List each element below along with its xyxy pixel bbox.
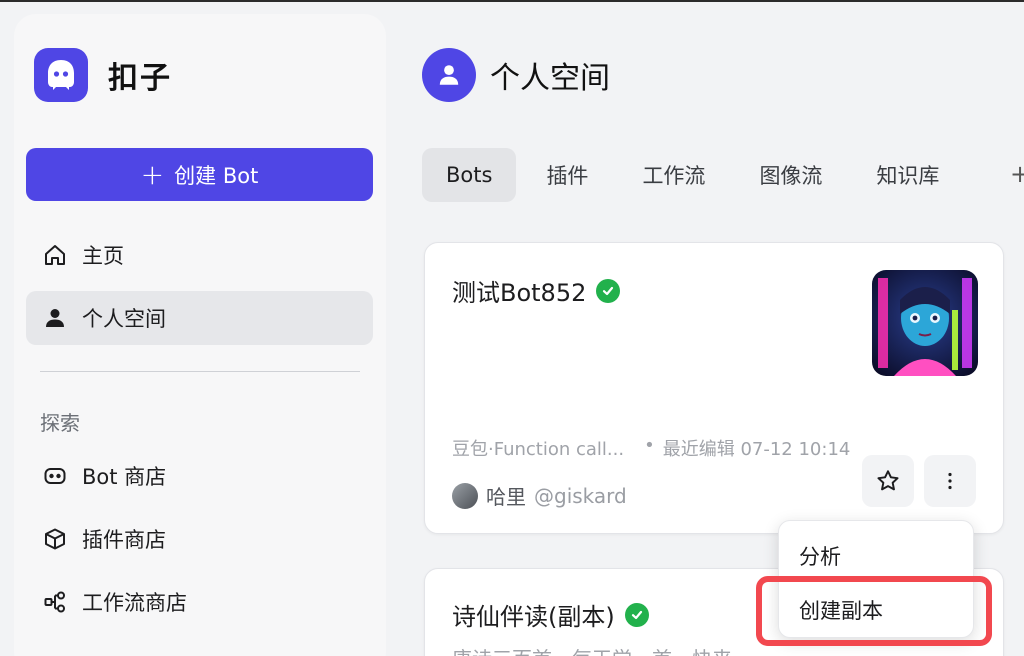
window-top-border	[0, 0, 1024, 2]
bot-model: 豆包·Function call...	[452, 439, 625, 460]
tab-image-flows[interactable]: 图像流	[735, 148, 846, 202]
bot-card-title: 测试Bot852	[452, 273, 621, 308]
sidebar-item-home[interactable]: 主页	[26, 228, 373, 282]
bot-card[interactable]: 测试Bot852 豆包·Function call... • 最近编辑 07-1…	[424, 242, 1004, 534]
author-avatar	[452, 482, 478, 509]
bot-avatar-image	[872, 270, 978, 376]
app-name: 扣子	[108, 61, 172, 96]
page-title-text: 个人空间	[490, 61, 610, 96]
sidebar-item-workflow-store[interactable]: 工作流商店	[26, 575, 373, 629]
workflow-icon	[42, 589, 68, 615]
tab-bar: Bots 插件 工作流 图像流 知识库	[422, 148, 969, 202]
tab-workflows[interactable]: 工作流	[618, 148, 729, 202]
home-icon	[42, 242, 68, 268]
sidebar-item-label: 主页	[82, 244, 124, 268]
sidebar-item-label: 工作流商店	[82, 591, 187, 615]
bot-last-edited: 最近编辑 07-12 10:14	[662, 439, 851, 460]
sidebar-item-label: 插件商店	[82, 528, 166, 552]
bot-author[interactable]: 哈里 @giskard	[452, 481, 627, 510]
sidebar-item-plugin-store[interactable]: 插件商店	[26, 512, 373, 566]
bot-description: 唐诗三百首，每天学一首，快来	[452, 643, 732, 656]
bot-name: 诗仙伴读(副本)	[452, 603, 615, 631]
bot-card-title: 诗仙伴读(副本)	[452, 597, 649, 632]
bot-name: 测试Bot852	[452, 279, 587, 307]
create-bot-label: 创建 Bot	[174, 163, 259, 188]
cube-icon	[42, 526, 68, 552]
more-options-button[interactable]	[924, 455, 976, 507]
tab-plugins[interactable]: 插件	[522, 148, 612, 202]
plus-icon: +	[140, 157, 165, 191]
author-handle: @giskard	[534, 483, 627, 508]
author-name: 哈里	[486, 485, 526, 509]
create-bot-button[interactable]: + 创建 Bot	[26, 148, 373, 201]
sidebar-item-personal-space[interactable]: 个人空间	[26, 291, 373, 345]
menu-item-analytics[interactable]: 分析	[779, 529, 975, 583]
sidebar-item-bot-store[interactable]: Bot 商店	[26, 449, 373, 503]
tab-knowledge[interactable]: 知识库	[852, 148, 963, 202]
user-icon	[42, 305, 68, 331]
star-icon	[877, 470, 899, 491]
favorite-button[interactable]	[862, 455, 914, 507]
sidebar-item-label: Bot 商店	[82, 465, 167, 489]
verified-check-icon	[624, 602, 649, 627]
bot-icon	[42, 463, 68, 489]
sidebar-item-label: 个人空间	[82, 307, 166, 331]
tab-more-icon[interactable]: +	[1010, 160, 1024, 188]
verified-check-icon	[596, 278, 621, 303]
explore-section-label: 探索	[40, 411, 80, 435]
brand[interactable]: 扣子	[34, 48, 172, 102]
tab-bots[interactable]: Bots	[422, 148, 517, 202]
sidebar: 扣子 + 创建 Bot 主页 个人空间 探索 Bot 商店 插件商店 工作流商店	[14, 14, 386, 656]
personal-space-avatar-icon	[422, 48, 476, 102]
coze-logo-icon	[34, 48, 88, 102]
meta-separator: •	[644, 435, 655, 456]
more-vertical-icon	[948, 472, 952, 490]
more-options-menu: 分析 创建副本	[778, 520, 974, 638]
sidebar-divider	[40, 371, 360, 372]
bot-meta: 豆包·Function call... • 最近编辑 07-12 10:14	[452, 435, 850, 461]
page-title: 个人空间	[422, 48, 610, 102]
menu-item-duplicate[interactable]: 创建副本	[779, 583, 975, 637]
